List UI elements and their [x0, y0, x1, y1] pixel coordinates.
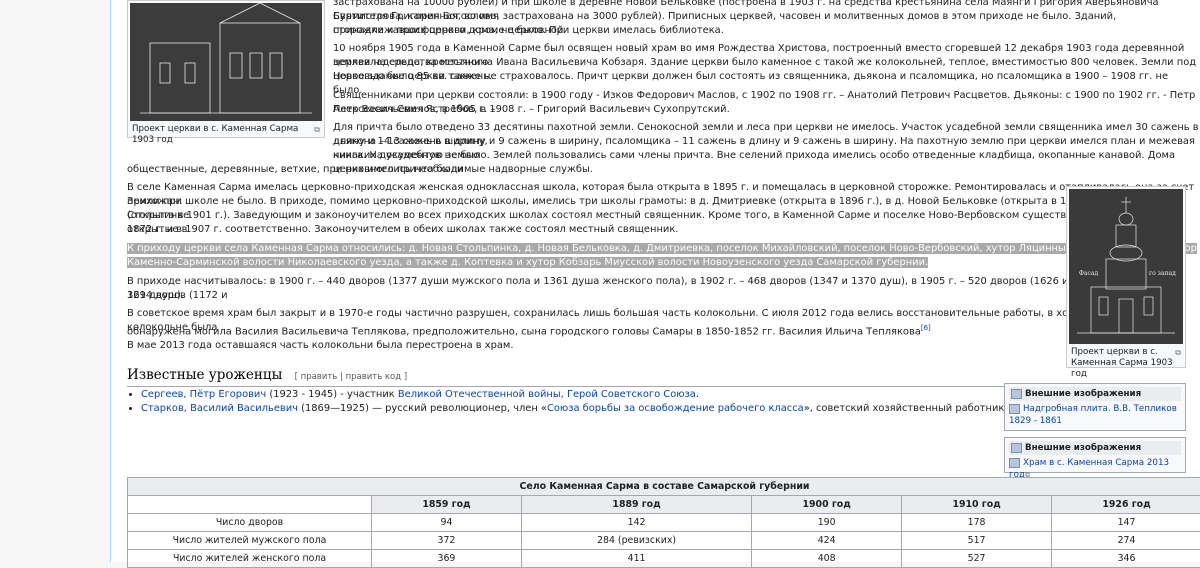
paragraph-line: 1214 душ). — [127, 289, 184, 303]
paragraph-line: обнаружена могила Василия Васильевича Те… — [127, 321, 931, 340]
year-header: 1926 год — [1052, 496, 1200, 514]
image-text-left: Фасад — [1079, 270, 1098, 277]
article-content: Проект церкви в с. Каменная Сарма 1903 г… — [110, 0, 1200, 562]
table-row: Число жителей мужского пола 372284 (реви… — [128, 532, 1200, 550]
magnify-icon[interactable]: ⧉ — [1175, 347, 1181, 358]
image-icon — [1009, 458, 1020, 468]
thumbnail-caption: Проект церкви в с. Каменная Сарма 1903 г… — [1069, 344, 1183, 380]
church-drawing-image[interactable] — [130, 3, 322, 121]
church-thumbnail-right[interactable]: Фасад го запад Проект церкви в с. Каменн… — [1066, 186, 1186, 368]
image-icon — [1009, 404, 1020, 414]
church-thumbnail-top[interactable]: Проект церкви в с. Каменная Сарма 1903 г… — [127, 0, 325, 138]
paragraph-line: сторожки и просфорного дома, не было. Пр… — [333, 24, 724, 38]
year-header: 1889 год — [521, 496, 751, 514]
paragraph-text: обнаружена могила Василия Васильевича Те… — [127, 326, 921, 337]
table-row: Число дворов 94142190178147 — [128, 514, 1200, 532]
paragraph-line: В приходе насчитывалось: в 1900 г. – 440… — [127, 275, 1200, 303]
thumbnail-caption: Проект церкви в с. Каменная Сарма 1903 г… — [130, 121, 322, 146]
person-link[interactable]: Сергеев, Пётр Егорович — [141, 389, 266, 400]
highlighted-line: Каменно-Сарминской волости Николаевского… — [127, 256, 928, 270]
church-drawing-image[interactable]: Фасад го запад — [1069, 189, 1183, 344]
section-heading: Известные уроженцы [ править | править к… — [127, 367, 1007, 387]
list-item: Старков, Василий Васильевич (1869—1925) … — [141, 402, 1008, 416]
external-images-box: Внешние изображения Храм в с. Каменная С… — [1004, 437, 1186, 473]
year-header: 1859 год — [372, 496, 522, 514]
list-item: Сергеев, Пётр Егорович (1923 - 1945) - у… — [141, 388, 1008, 402]
year-header: 1910 год — [902, 496, 1052, 514]
image-icon — [1011, 443, 1022, 453]
person-link[interactable]: Старков, Василий Васильевич — [141, 403, 298, 414]
article-link[interactable]: Великой Отечественной войны, Герой Совет… — [398, 389, 696, 400]
selected-text: Каменно-Сарминской волости Николаевского… — [127, 257, 928, 268]
year-header: 1900 год — [752, 496, 902, 514]
reference-link[interactable]: [6] — [921, 324, 931, 332]
population-table: Село Каменная Сарма в составе Самарской … — [127, 477, 1200, 568]
magnify-icon[interactable]: ⧉ — [314, 124, 320, 135]
article-link[interactable]: Союза борьбы за освобождение рабочего кл… — [547, 403, 804, 414]
paragraph-line: Петр Васильевич Ястребов, в 1908 г. – Гр… — [333, 103, 730, 117]
table-row: Число жителей женского пола 369411408527… — [128, 550, 1200, 568]
table-caption: Село Каменная Сарма в составе Самарской … — [128, 478, 1200, 496]
external-image-link[interactable]: Надгробная плита. В.В. Тепликов 1829 - 1… — [1009, 404, 1177, 426]
table-corner — [128, 496, 372, 514]
edit-links[interactable]: [ править | править код ] — [295, 372, 408, 382]
image-text-right: го запад — [1149, 270, 1176, 277]
paragraph-line: общественные, деревянные, ветхие, при ни… — [127, 163, 593, 177]
paragraph-line: 1872 г. и в 1907 г. соответственно. Зако… — [127, 223, 678, 237]
paragraph-line: В мае 2013 года оставшаяся часть колокол… — [127, 339, 514, 353]
external-images-box: Внешние изображения Надгробная плита. В.… — [1004, 383, 1186, 431]
image-icon — [1011, 389, 1022, 399]
natives-list: Сергеев, Пётр Егорович (1923 - 1945) - у… — [127, 388, 1008, 416]
